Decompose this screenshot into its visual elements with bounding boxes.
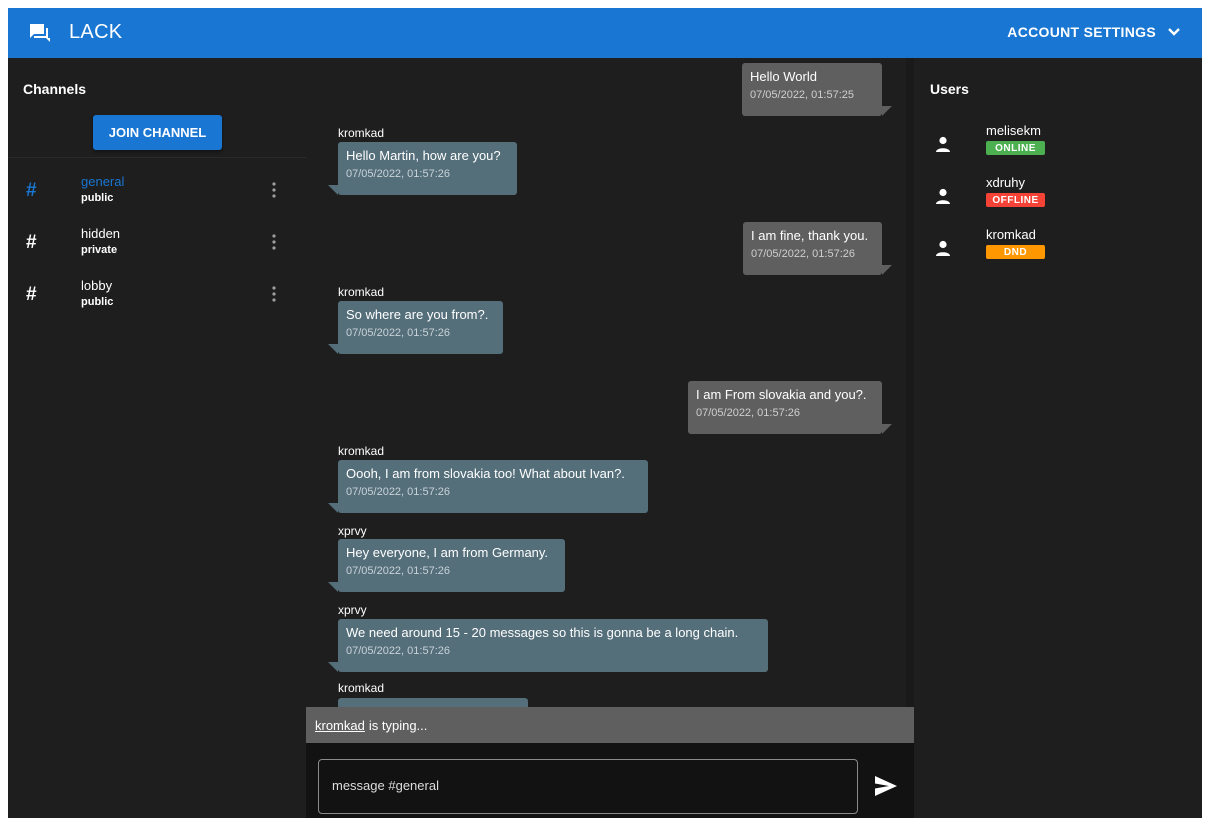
user-item-xdruhy[interactable]: xdruhy OFFLINE [914,173,1202,223]
bubble-tail [882,424,892,434]
hash-icon: # [26,284,37,305]
more-vert-icon[interactable] [271,233,277,251]
person-icon [936,136,950,152]
message-bubble: I am From slovakia and you?. 07/05/2022,… [688,381,882,434]
person-icon [936,188,950,204]
app-window: LACK ACCOUNT SETTINGS Channels JOIN CHAN… [8,8,1202,818]
message-input-box [318,759,858,814]
app-title: LACK [69,21,123,43]
typing-user-link[interactable]: kromkad [315,718,365,733]
channels-heading: Channels [23,81,87,97]
user-name: melisekm [986,123,1041,138]
bubble-tail [882,265,892,275]
message-text: Hey everyone, I am from Germany. [346,545,549,560]
hash-icon: # [26,232,37,253]
bubble-tail [328,185,338,195]
message-timestamp: 07/05/2022, 01:57:26 [346,565,450,577]
message-text: Hello Martin, how are you? [346,148,501,163]
message-text: Oooh, I am from slovakia too! What about… [346,466,625,481]
user-name: xdruhy [986,175,1026,190]
channel-name: hidden [81,226,121,241]
account-settings-label: ACCOUNT SETTINGS [1007,24,1156,40]
more-vert-icon[interactable] [271,181,277,199]
user-name: kromkad [986,227,1036,242]
message-text: We need around 15 - 20 messages so this … [346,625,739,640]
message-bubble: Oooh, I am from slovakia too! What about… [338,460,648,513]
user-item-melisekm[interactable]: melisekm ONLINE [914,121,1202,171]
message-sender: kromkad [338,285,385,299]
message-bubble: Hey everyone, I am from Germany. 07/05/2… [338,539,565,592]
message-timestamp: 07/05/2022, 01:57:26 [346,645,450,657]
hash-icon: # [26,180,37,201]
message-timestamp: 07/05/2022, 01:57:25 [750,89,854,101]
message-text: Hello World [750,69,817,84]
bubble-tail [328,582,338,592]
message-text: I am From slovakia and you?. [696,387,867,402]
status-badge-offline: OFFLINE [986,193,1045,207]
channel-item-general[interactable]: # general public [8,167,306,217]
message-timestamp: 07/05/2022, 01:57:26 [696,407,800,419]
message-sender: xprvy [338,524,367,538]
more-vert-icon[interactable] [271,285,277,303]
scrollbar[interactable] [906,58,914,708]
channel-item-lobby[interactable]: # lobby public [8,271,306,321]
join-channel-button[interactable]: JOIN CHANNEL [93,115,222,150]
message-bubble: So where are you from?. 07/05/2022, 01:5… [338,301,503,354]
message-sender: kromkad [338,681,385,695]
channel-visibility: public [81,192,114,204]
chevron-down-icon [1168,28,1180,36]
app-header: LACK ACCOUNT SETTINGS [8,8,1202,58]
channel-name: lobby [81,278,113,293]
channel-item-hidden[interactable]: # hidden private [8,219,306,269]
message-sender: kromkad [338,126,385,140]
message-input[interactable] [332,778,832,793]
status-badge-dnd: DND [986,245,1045,259]
message-bubble: Hello Martin, how are you? 07/05/2022, 0… [338,142,517,195]
send-icon[interactable] [875,776,897,796]
message-timestamp: 07/05/2022, 01:57:26 [346,486,450,498]
message-sender: xprvy [338,603,367,617]
message-bubble: I am fine, thank you. 07/05/2022, 01:57:… [743,222,882,275]
account-settings-menu[interactable]: ACCOUNT SETTINGS [1007,24,1180,40]
message-bubble: Hello World 07/05/2022, 01:57:25 [742,63,882,116]
message-bubble: We need around 15 - 20 messages so this … [338,619,768,672]
divider [8,157,306,158]
user-item-kromkad[interactable]: kromkad DND [914,225,1202,275]
users-heading: Users [930,81,969,97]
message-sender: kromkad [338,444,385,458]
users-sidebar: Users melisekm ONLINE xdruhy OFFLINE kro… [914,58,1202,818]
typing-indicator: kromkad is typing... [306,707,914,743]
channel-name: general [81,174,125,189]
channel-visibility: public [81,296,114,308]
message-text: I am fine, thank you. [751,228,869,243]
chat-bubbles-icon [30,24,50,42]
status-badge-online: ONLINE [986,141,1045,155]
bubble-tail [882,106,892,116]
bubble-tail [328,503,338,513]
message-timestamp: 07/05/2022, 01:57:26 [346,168,450,180]
channels-sidebar: Channels JOIN CHANNEL # general public #… [8,58,306,818]
message-timestamp: 07/05/2022, 01:57:26 [346,327,450,339]
message-list: Hello World 07/05/2022, 01:57:25 kromkad… [306,58,914,708]
message-timestamp: 07/05/2022, 01:57:26 [751,248,855,260]
person-icon [936,240,950,256]
typing-suffix: is typing... [368,717,428,733]
message-text: So where are you from?. [346,307,489,322]
bubble-tail [328,662,338,672]
bubble-tail [328,344,338,354]
channel-visibility: private [81,244,118,256]
